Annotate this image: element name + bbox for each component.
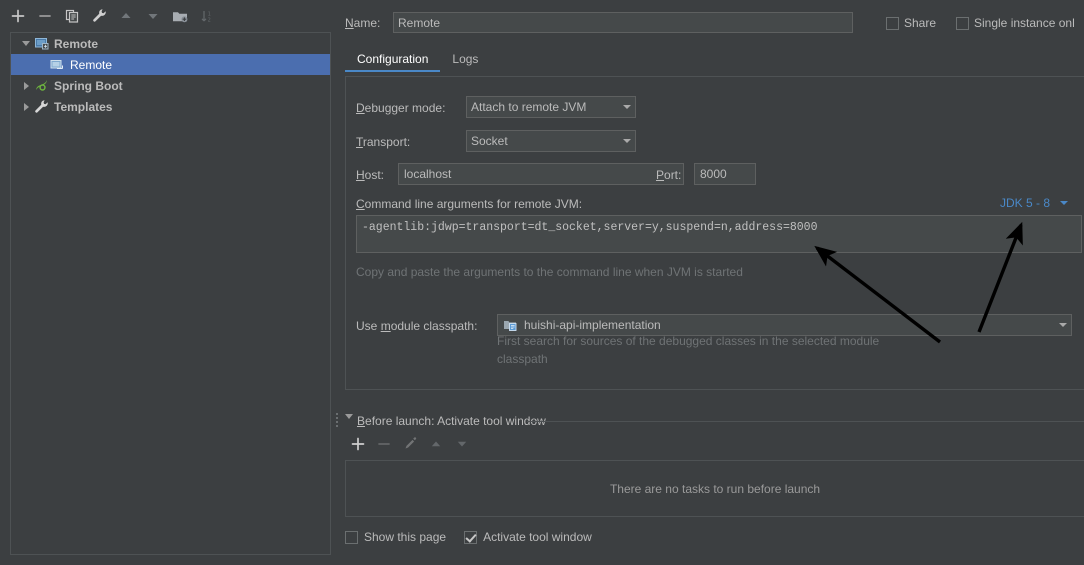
wrench-icon xyxy=(33,99,49,115)
port-label: Port: xyxy=(656,168,682,182)
transport-label: Transport: xyxy=(356,135,411,149)
name-label: Name: xyxy=(345,16,381,30)
editor-tabs[interactable]: Configuration Logs xyxy=(345,46,490,72)
wrench-icon[interactable] xyxy=(91,8,107,24)
chevron-down-icon xyxy=(623,139,631,143)
show-this-page-row[interactable]: Show this page xyxy=(345,530,446,544)
arrow-up-icon xyxy=(428,436,444,452)
transport-select[interactable]: Socket xyxy=(466,130,636,152)
tab-configuration[interactable]: Configuration xyxy=(345,49,441,72)
configurations-tree[interactable]: Remote Remote Spring Boot Templates xyxy=(10,32,331,555)
copy-icon[interactable] xyxy=(64,8,80,24)
host-label: Host: xyxy=(356,168,385,182)
tree-item-label: Remote xyxy=(54,36,99,51)
share-label: Share xyxy=(904,16,937,30)
tree-item-label: Spring Boot xyxy=(54,78,123,93)
debugger-mode-label: Debugger mode: xyxy=(356,101,446,115)
debugger-mode-value: Attach to remote JVM xyxy=(471,100,587,114)
command-line-arguments-hint: Copy and paste the arguments to the comm… xyxy=(356,265,743,279)
chevron-down-icon xyxy=(1059,323,1067,327)
before-launch-empty-message: There are no tasks to run before launch xyxy=(609,481,821,496)
chevron-down-icon xyxy=(623,105,631,109)
tree-item-remote-config[interactable]: Remote xyxy=(11,54,330,75)
host-input[interactable] xyxy=(398,163,684,185)
share-checkbox[interactable] xyxy=(886,16,899,30)
command-line-arguments-field[interactable]: -agentlib:jdwp=transport=dt_socket,serve… xyxy=(356,215,1082,253)
arrow-down-icon xyxy=(454,436,470,452)
configurations-sidebar: 1 2 Remote Remote Spring Boot Templates xyxy=(0,0,331,565)
activate-tool-window-label: Activate tool window xyxy=(483,530,592,544)
tree-item-templates[interactable]: Templates xyxy=(11,96,330,117)
configuration-form: Debugger mode: Attach to remote JVM Tran… xyxy=(345,76,1084,390)
sort-icon[interactable]: 1 2 xyxy=(199,8,215,24)
module-icon xyxy=(502,317,518,333)
jdk-version-selector[interactable]: JDK 5 - 8 xyxy=(1000,196,1068,210)
svg-text:2: 2 xyxy=(208,17,211,23)
name-input[interactable] xyxy=(393,12,853,33)
activate-tool-window-row[interactable]: Activate tool window xyxy=(464,530,592,544)
plus-icon[interactable] xyxy=(10,8,26,24)
show-this-page-checkbox[interactable] xyxy=(345,530,358,544)
chevron-right-icon[interactable] xyxy=(19,100,33,114)
tree-item-label: Remote xyxy=(70,57,113,72)
plus-icon[interactable] xyxy=(350,436,366,452)
minus-icon[interactable] xyxy=(37,8,53,24)
configurations-toolbar: 1 2 xyxy=(0,0,331,31)
transport-value: Socket xyxy=(471,134,508,148)
module-classpath-value: huishi-api-implementation xyxy=(524,318,661,332)
single-instance-checkbox[interactable] xyxy=(956,16,969,30)
chevron-down-icon[interactable] xyxy=(19,37,33,51)
spring-boot-icon xyxy=(33,78,49,94)
pencil-icon xyxy=(402,436,418,452)
jdk-version-label: JDK 5 - 8 xyxy=(999,196,1050,210)
arrow-up-icon[interactable] xyxy=(118,8,134,24)
share-checkbox-row[interactable]: Share xyxy=(886,16,936,30)
tab-logs[interactable]: Logs xyxy=(440,49,490,72)
show-this-page-label: Show this page xyxy=(364,530,447,544)
chevron-down-icon xyxy=(1060,201,1068,205)
single-instance-label: Single instance onl xyxy=(974,16,1075,30)
remote-config-icon xyxy=(49,57,65,73)
bottom-options: Show this page Activate tool window xyxy=(345,530,592,544)
chevron-right-icon[interactable] xyxy=(19,79,33,93)
before-launch-collapse-icon[interactable] xyxy=(345,414,353,433)
name-row: Name: Share Single instance onl xyxy=(331,0,1084,40)
before-launch-toolbar xyxy=(350,436,470,452)
tree-item-spring-boot[interactable]: Spring Boot xyxy=(11,75,330,96)
before-launch-drag-handle[interactable] xyxy=(334,411,340,427)
folder-add-icon[interactable] xyxy=(172,8,188,24)
before-launch-title: Before launch: Activate tool window xyxy=(357,414,546,428)
command-line-arguments-label: Command line arguments for remote JVM: xyxy=(356,197,583,211)
activate-tool-window-checkbox[interactable] xyxy=(464,530,478,544)
before-launch-divider xyxy=(527,421,1084,422)
arrow-down-icon[interactable] xyxy=(145,8,161,24)
module-classpath-hint: First search for sources of the debugged… xyxy=(497,334,880,366)
tree-item-remote-group[interactable]: Remote xyxy=(11,33,330,54)
tree-item-label: Templates xyxy=(54,99,113,114)
configuration-editor-panel: Name: Share Single instance onl Configur… xyxy=(331,0,1084,565)
minus-icon xyxy=(376,436,392,452)
run-debug-configurations-dialog: 1 2 Remote Remote Spring Boot Templates … xyxy=(0,0,1084,565)
debugger-mode-select[interactable]: Attach to remote JVM xyxy=(466,96,636,118)
port-input[interactable] xyxy=(694,163,756,185)
before-launch-task-list[interactable]: There are no tasks to run before launch xyxy=(345,460,1084,517)
single-instance-checkbox-row[interactable]: Single instance onl xyxy=(956,16,1075,30)
remote-group-icon xyxy=(33,36,49,52)
module-classpath-label: Use module classpath: xyxy=(356,319,478,333)
